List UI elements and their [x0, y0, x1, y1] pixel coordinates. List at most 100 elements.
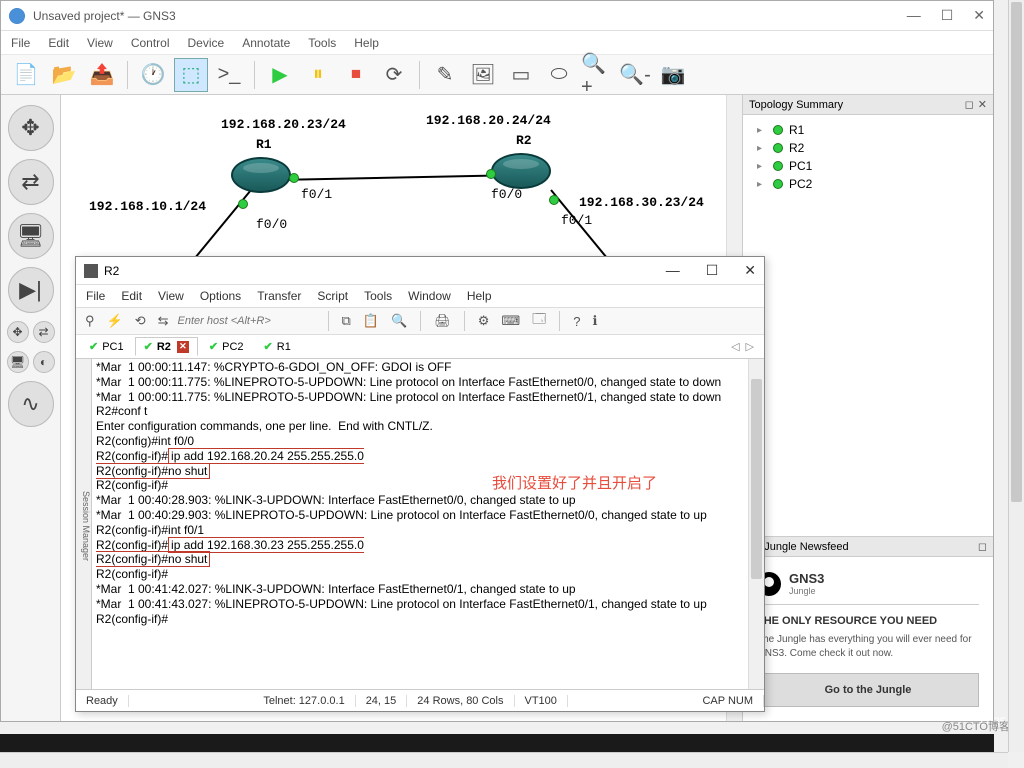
- router-r2[interactable]: [491, 153, 551, 189]
- play-icon[interactable]: ▶: [263, 58, 297, 92]
- menu-edit[interactable]: Edit: [48, 36, 69, 50]
- close-button[interactable]: ✕: [973, 7, 985, 24]
- screenshot-icon[interactable]: 📷: [656, 58, 690, 92]
- console-icon[interactable]: >_: [212, 58, 246, 92]
- reload-icon[interactable]: ⟳: [377, 58, 411, 92]
- paste-icon[interactable]: 📋: [360, 313, 382, 329]
- term-menu-edit[interactable]: Edit: [121, 289, 142, 303]
- r1-f00-dot: [238, 199, 248, 209]
- tree-item-r1[interactable]: ▸R1: [747, 121, 989, 139]
- panel-float-icon[interactable]: ◻: [965, 98, 974, 111]
- newsfeed-title: Jungle Newsfeed: [764, 541, 848, 553]
- maximize-button[interactable]: ☐: [941, 7, 954, 24]
- term-menu-transfer[interactable]: Transfer: [257, 289, 301, 303]
- tree-item-r2[interactable]: ▸R2: [747, 139, 989, 157]
- menu-tools[interactable]: Tools: [308, 36, 336, 50]
- add-link-icon[interactable]: ∿: [8, 381, 54, 427]
- switches-icon[interactable]: ⇄: [8, 159, 54, 205]
- term-menu-options[interactable]: Options: [200, 289, 241, 303]
- new-project-icon[interactable]: 📄: [9, 58, 43, 92]
- tab-pc2[interactable]: ✔PC2: [200, 337, 253, 356]
- help-icon[interactable]: ?: [570, 314, 583, 329]
- tab-next-icon[interactable]: ▷: [746, 340, 754, 353]
- session-manager-tab[interactable]: Session Manager: [76, 359, 92, 689]
- quick-connect-icon[interactable]: ⚲: [82, 313, 98, 329]
- term-menu-tools[interactable]: Tools: [364, 289, 392, 303]
- terminal-scrollbar[interactable]: [748, 359, 764, 689]
- annotate-icon[interactable]: ✎: [428, 58, 462, 92]
- minimize-button[interactable]: —: [907, 7, 921, 24]
- menu-file[interactable]: File: [11, 36, 30, 50]
- tree-item-pc1[interactable]: ▸PC1: [747, 157, 989, 175]
- copy-icon[interactable]: ⧉: [339, 313, 354, 329]
- find-icon[interactable]: 🔍: [388, 313, 410, 329]
- terminal-statusbar: Ready Telnet: 127.0.0.1 24, 15 24 Rows, …: [76, 689, 764, 711]
- script-icon[interactable]: 🗔: [529, 310, 549, 332]
- terminal-output[interactable]: *Mar 1 00:00:11.147: %CRYPTO-6-GDOI_ON_O…: [92, 359, 748, 689]
- menu-control[interactable]: Control: [131, 36, 170, 50]
- link-icon[interactable]: ⇆: [155, 313, 172, 329]
- newsfeed-body: GNS3 Jungle THE ONLY RESOURCE YOU NEED T…: [743, 557, 993, 721]
- zoom-in-icon[interactable]: 🔍+: [580, 58, 614, 92]
- go-to-jungle-button[interactable]: Go to the Jungle: [757, 673, 979, 707]
- open-project-icon[interactable]: 📂: [47, 58, 81, 92]
- security-devices-icon[interactable]: ▶|: [8, 267, 54, 313]
- tab-pc1[interactable]: ✔PC1: [80, 337, 133, 356]
- term-menu-file[interactable]: File: [86, 289, 105, 303]
- newsfeed-header: ✕ Jungle Newsfeed ◻: [743, 537, 993, 557]
- term-minimize-button[interactable]: —: [666, 262, 680, 279]
- end-devices-icon[interactable]: 🖥: [8, 213, 54, 259]
- browse-icon[interactable]: ⇄: [33, 321, 55, 343]
- pause-icon[interactable]: ⏸: [301, 58, 335, 92]
- misc2-icon[interactable]: ◐: [33, 351, 55, 373]
- host-input[interactable]: [178, 315, 318, 327]
- image-icon[interactable]: 🖼: [466, 58, 500, 92]
- all-devices-icon[interactable]: ✥: [7, 321, 29, 343]
- routers-icon[interactable]: ✥: [8, 105, 54, 151]
- page-scrollbar-vertical[interactable]: [1008, 0, 1024, 752]
- r2-name-label: R2: [516, 133, 532, 148]
- status-connection: Telnet: 127.0.0.1: [253, 695, 355, 707]
- panel-close-icon[interactable]: ✕: [978, 98, 987, 111]
- status-term-type: VT100: [515, 695, 568, 707]
- about-icon[interactable]: ℹ: [589, 313, 600, 329]
- settings-icon[interactable]: ⚙: [475, 313, 493, 329]
- ellipse-icon[interactable]: ⬭: [542, 58, 576, 92]
- r1-f01-dot: [289, 173, 299, 183]
- r2-f00-label: f0/0: [491, 187, 522, 202]
- term-menu-script[interactable]: Script: [317, 289, 348, 303]
- save-project-icon[interactable]: 📤: [85, 58, 119, 92]
- terminal-titlebar[interactable]: R2 — ☐ ✕: [76, 257, 764, 285]
- keyboard-icon[interactable]: ⌨: [498, 313, 523, 329]
- router-r1[interactable]: [231, 157, 291, 193]
- status-dimensions: 24 Rows, 80 Cols: [407, 695, 514, 707]
- snapshot-icon[interactable]: 🕐: [136, 58, 170, 92]
- menu-help[interactable]: Help: [354, 36, 379, 50]
- term-close-button[interactable]: ✕: [744, 262, 756, 279]
- tab-close-icon[interactable]: ✕: [177, 341, 189, 353]
- stop-icon[interactable]: ⏹: [339, 58, 373, 92]
- check-icon: ✔: [209, 340, 218, 353]
- tab-r2[interactable]: ✔R2✕: [135, 337, 198, 356]
- menu-annotate[interactable]: Annotate: [242, 36, 290, 50]
- misc1-icon[interactable]: 🖥: [7, 351, 29, 373]
- menu-device[interactable]: Device: [188, 36, 225, 50]
- tab-prev-icon[interactable]: ◁: [731, 340, 739, 353]
- rectangle-icon[interactable]: ▭: [504, 58, 538, 92]
- pc2-ip-label: 192.168.30.23/24: [579, 195, 704, 210]
- show-labels-icon[interactable]: ⬚: [174, 58, 208, 92]
- term-menu-help[interactable]: Help: [467, 289, 492, 303]
- disconnect-icon[interactable]: ⟲: [132, 313, 149, 329]
- tree-item-pc2[interactable]: ▸PC2: [747, 175, 989, 193]
- newsfeed-float-icon[interactable]: ◻: [978, 540, 987, 553]
- term-menu-window[interactable]: Window: [408, 289, 451, 303]
- term-maximize-button[interactable]: ☐: [706, 262, 719, 279]
- menu-view[interactable]: View: [87, 36, 113, 50]
- zoom-out-icon[interactable]: 🔍-: [618, 58, 652, 92]
- tab-r1[interactable]: ✔R1: [255, 337, 300, 356]
- term-menu-view[interactable]: View: [158, 289, 184, 303]
- page-scrollbar-horizontal[interactable]: [0, 752, 1008, 768]
- newsfeed-headline: THE ONLY RESOURCE YOU NEED: [757, 615, 979, 627]
- print-icon[interactable]: 🖨: [431, 313, 454, 329]
- reconnect-icon[interactable]: ⚡: [104, 313, 126, 329]
